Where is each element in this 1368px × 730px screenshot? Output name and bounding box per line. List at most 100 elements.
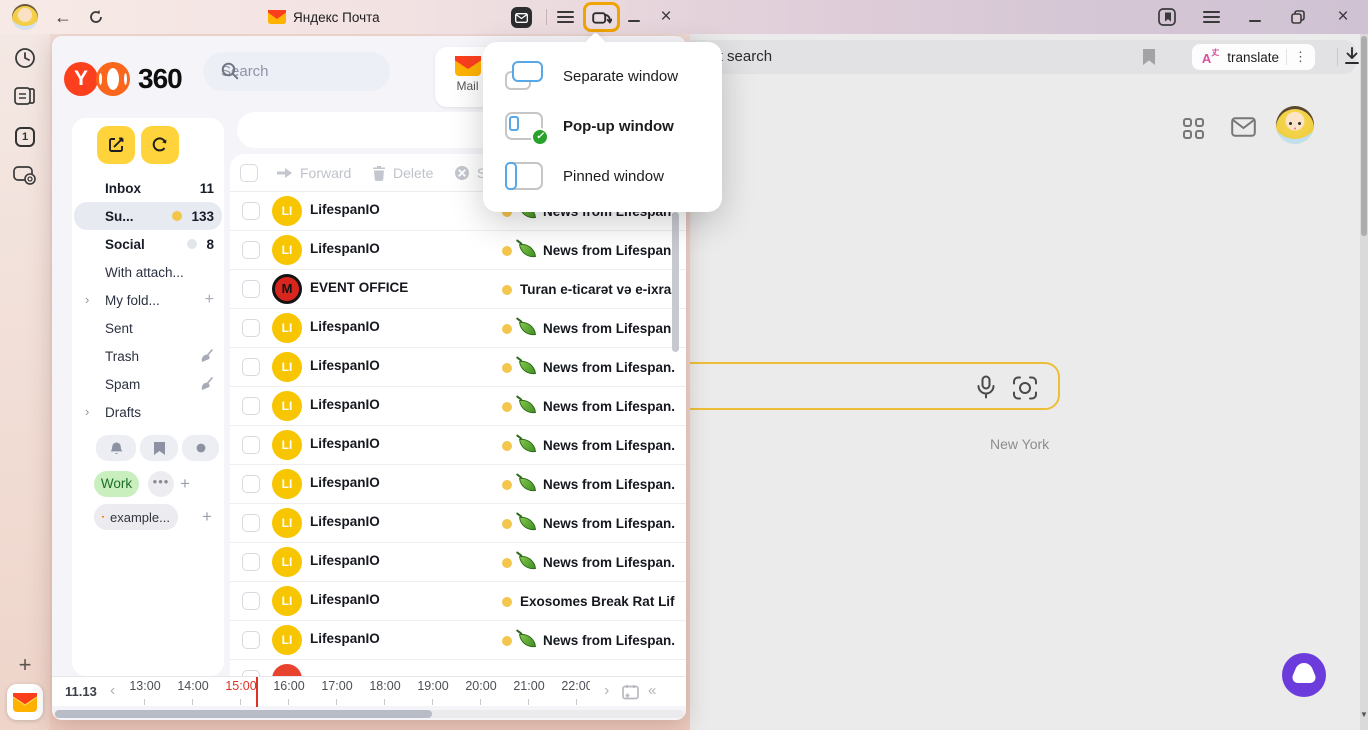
bookmark-icon[interactable] (1142, 48, 1156, 66)
folder-item[interactable]: › Drafts + (74, 398, 222, 426)
add-folder-icon[interactable]: + (205, 292, 214, 308)
message-checkbox[interactable] (242, 319, 260, 337)
tag-work[interactable]: Work (94, 471, 139, 497)
add-account-button[interactable]: + (202, 507, 212, 527)
folder-item[interactable]: › Su... + 133 (74, 202, 222, 230)
mail-search-input[interactable]: Search (203, 52, 390, 91)
browser-close-button[interactable]: × (1330, 0, 1356, 34)
scroll-down-arrow-icon[interactable]: ▼ (1360, 710, 1368, 719)
message-checkbox[interactable] (242, 631, 260, 649)
message-row[interactable]: LI LifespanIO News from Lifespan. (230, 231, 686, 270)
select-all-checkbox[interactable] (240, 164, 258, 182)
message-row[interactable]: a (230, 660, 686, 676)
collapse-timeline-icon[interactable]: « (648, 677, 656, 705)
dropdown-item[interactable]: ✓ Pop-up window (483, 101, 722, 151)
folder-item[interactable]: › Sent + (74, 314, 222, 342)
refresh-icon[interactable] (88, 9, 104, 25)
page-search-box[interactable] (676, 362, 1060, 410)
message-row[interactable]: LI LifespanIO Exosomes Break Rat Lif (230, 582, 686, 621)
alice-assistant-button[interactable] (1281, 652, 1327, 698)
timeline-prev-icon[interactable]: ‹ (110, 677, 115, 705)
add-tag-button[interactable]: + (180, 474, 190, 494)
folder-item[interactable]: › Trash + (74, 342, 222, 370)
account-chip[interactable]: example... (94, 504, 178, 530)
folder-expand-icon[interactable]: › (85, 405, 89, 418)
popup-close-button[interactable]: × (653, 0, 679, 34)
dropdown-item[interactable]: Pinned window (483, 151, 722, 201)
folder-item[interactable]: › Spam + (74, 370, 222, 398)
message-checkbox[interactable] (242, 202, 260, 220)
message-row[interactable]: LI LifespanIO News from Lifespan. (230, 543, 686, 582)
popup-menu-icon[interactable] (557, 11, 574, 23)
message-checkbox[interactable] (242, 436, 260, 454)
message-row[interactable]: LI LifespanIO News from Lifespan. (230, 504, 686, 543)
message-checkbox[interactable] (242, 553, 260, 571)
page-mail-icon[interactable] (1231, 117, 1256, 137)
notifications-button[interactable] (96, 435, 136, 461)
location-label[interactable]: New York (990, 436, 1049, 452)
feed-icon[interactable] (0, 86, 50, 108)
delete-button[interactable]: Delete (372, 154, 433, 192)
profile-avatar[interactable] (12, 4, 38, 30)
voice-search-icon[interactable] (976, 375, 996, 401)
popup-minimize-button[interactable] (628, 20, 640, 22)
account-avatar[interactable] (1276, 106, 1314, 144)
folder-item[interactable]: › My fold... + (74, 286, 222, 314)
message-checkbox[interactable] (242, 592, 260, 610)
clear-folder-icon[interactable] (199, 349, 214, 364)
mail-quick-icon[interactable] (511, 7, 532, 28)
folder-item[interactable]: › With attach... + (74, 258, 222, 286)
label-dot-button[interactable] (182, 435, 219, 461)
side-panel-button[interactable] (1158, 8, 1176, 26)
timeline-hour-label: 16:00 (273, 679, 304, 693)
calendar-icon[interactable] (622, 684, 639, 700)
download-icon[interactable] (1342, 46, 1362, 66)
window-mode-button[interactable] (583, 2, 620, 32)
list-scrollbar-thumb[interactable] (672, 212, 679, 352)
page-scrollbar-thumb[interactable] (1361, 36, 1367, 236)
timeline-next-icon[interactable]: › (604, 677, 609, 705)
horizontal-scrollbar-thumb[interactable] (55, 710, 432, 718)
message-row[interactable]: LI LifespanIO News from Lifespan. (230, 426, 686, 465)
message-row[interactable]: LI LifespanIO News from Lifespan. (230, 309, 686, 348)
tag-more-button[interactable]: ••• (148, 471, 174, 497)
message-row[interactable]: LI LifespanIO News from Lifespan. (230, 387, 686, 426)
history-icon[interactable] (0, 47, 50, 69)
message-row[interactable]: LI LifespanIO News from Lifespan. (230, 348, 686, 387)
compose-button[interactable] (97, 126, 135, 164)
page-scrollbar[interactable]: ▼ (1360, 34, 1368, 730)
back-icon[interactable]: ← (50, 0, 76, 34)
message-checkbox[interactable] (242, 280, 260, 298)
clear-folder-icon[interactable] (199, 377, 214, 392)
message-row[interactable]: LI LifespanIO News from Lifespan. (230, 465, 686, 504)
services-grid-icon[interactable] (1183, 118, 1204, 139)
message-row[interactable]: LI LifespanIO News from Lifespan. (230, 621, 686, 660)
add-panel-icon[interactable]: + (0, 652, 50, 678)
message-checkbox[interactable] (242, 241, 260, 259)
screenshot-icon[interactable] (0, 165, 50, 187)
horizontal-scrollbar[interactable] (54, 710, 684, 718)
folder-item[interactable]: › Social + 8 (74, 230, 222, 258)
folder-item[interactable]: › Inbox + 11 (74, 174, 222, 202)
translate-button[interactable]: A translate ⋮ (1191, 43, 1316, 71)
dropdown-item[interactable]: Separate window (483, 51, 722, 101)
popup-title: Яндекс Почта (268, 0, 380, 34)
mail-app-icon[interactable] (7, 684, 43, 720)
image-search-icon[interactable] (1012, 375, 1038, 401)
translate-more-icon[interactable]: ⋮ (1294, 52, 1307, 62)
bookmarks-button[interactable] (140, 435, 178, 461)
browser-menu-icon[interactable] (1203, 11, 1220, 23)
message-checkbox[interactable] (242, 397, 260, 415)
tab-counter-icon[interactable]: 1 (15, 127, 35, 147)
check-mail-button[interactable] (141, 126, 179, 164)
address-bar[interactable]: net search A translate ⋮ (682, 40, 1356, 74)
forward-button[interactable]: Forward (276, 154, 351, 192)
browser-restore-button[interactable] (1291, 10, 1305, 24)
message-checkbox[interactable] (242, 514, 260, 532)
message-checkbox[interactable] (242, 358, 260, 376)
spam-button[interactable]: S (454, 154, 486, 192)
folder-expand-icon[interactable]: › (85, 293, 89, 306)
message-checkbox[interactable] (242, 475, 260, 493)
message-row[interactable]: M EVENT OFFICE Turan e-ticarət və e-ixra (230, 270, 686, 309)
browser-minimize-button[interactable] (1249, 20, 1261, 22)
